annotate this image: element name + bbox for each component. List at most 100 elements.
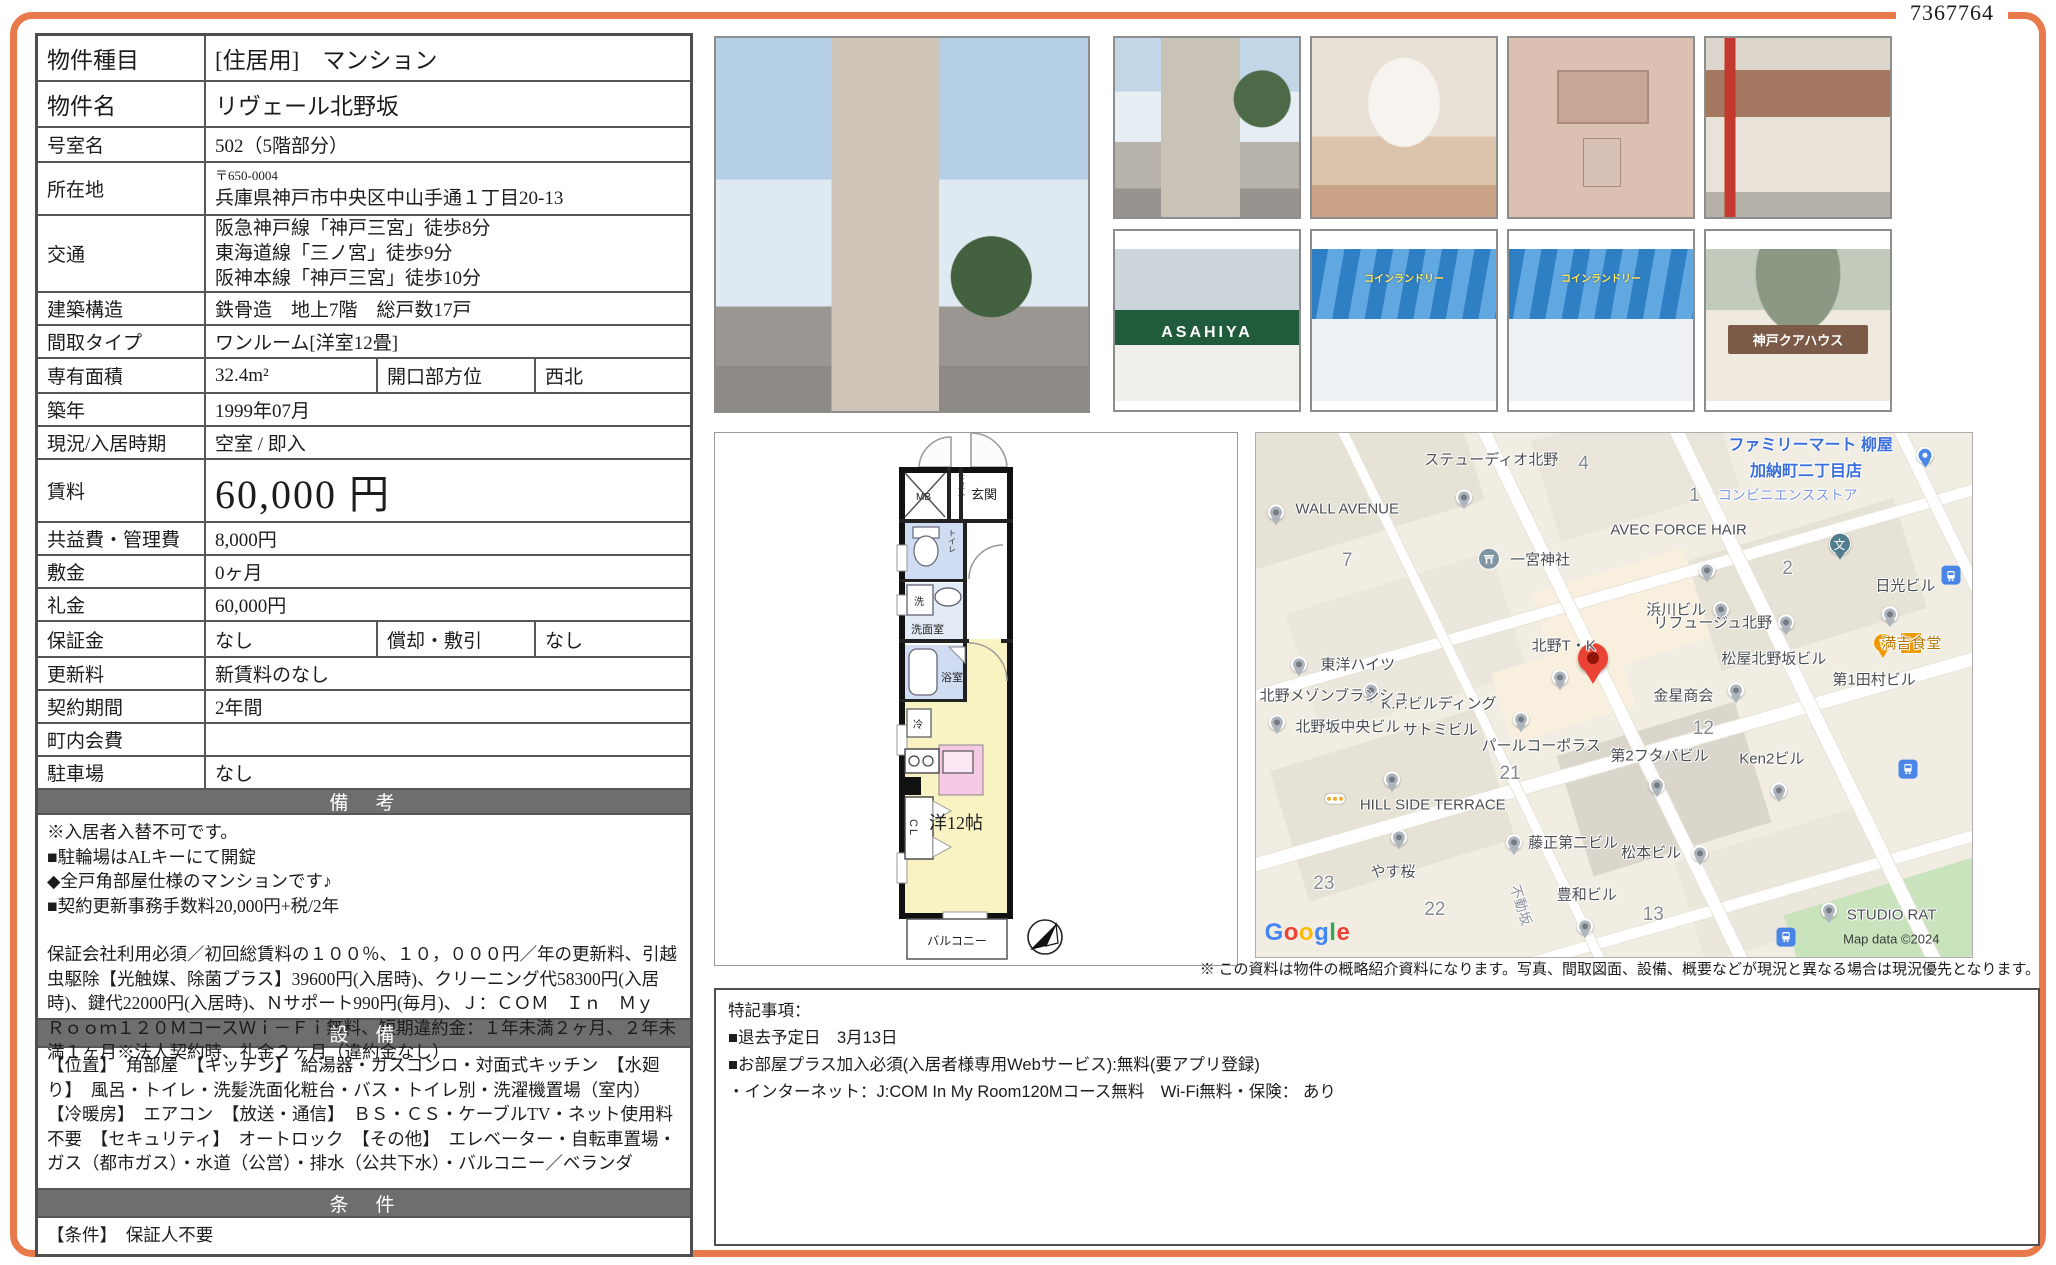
special-line: ■退去予定日 3月13日 (728, 1025, 2026, 1052)
intercom-panel (1583, 138, 1622, 187)
table-row: 交通 阪急神戸線「神戸三宮」徒歩8分 東海道線「三ノ宮」徒歩9分 阪神本線「神戸… (38, 216, 690, 293)
table-row: 契約期間 2年間 (38, 691, 690, 724)
table-row-rent: 賃料 60,000 円 (38, 460, 690, 523)
pin-kinsei-shokai (1728, 683, 1744, 699)
entrance-label: 玄関 (971, 487, 997, 502)
table-row: 間取タイプ ワンルーム[洋室12畳] (38, 326, 690, 359)
conditions-paragraph: 【条件】 保証人不要 (47, 1223, 681, 1248)
pin-yasuzakura (1391, 829, 1407, 845)
map-label: 東洋ハイツ (1320, 653, 1395, 674)
pin-familymart (1917, 446, 1934, 463)
note-line: ※入居者入替不可です。 (47, 820, 681, 845)
map-label: サトミビル (1403, 719, 1478, 740)
notes-text: ※入居者入替不可です。 ■駐輪場はALキーにて開錠 ◆全戸角部屋仕様のマンション… (38, 815, 690, 1020)
washroom-label: 洗面室 (911, 622, 944, 636)
table-row: 敷金 0ヶ月 (38, 556, 690, 589)
map-label: 4 (1578, 453, 1589, 475)
row-label: 物件名 (38, 82, 206, 126)
pin-studio-kitano (1456, 489, 1472, 505)
coin-laundry-photo: コインランドリー (1509, 249, 1693, 401)
special-line: ■お部屋プラス加入必須(入居者様専用Webサービス):無料(要アプリ登録) (728, 1052, 2026, 1079)
nameplate-photo (1509, 38, 1693, 217)
balcony-label: バルコニー (927, 934, 987, 948)
pin-wall-avenue (1268, 505, 1284, 521)
map-label: 不動坂 (1505, 882, 1537, 928)
pin-toyo-heights (1291, 657, 1307, 673)
bathhouse-photo: 神戸クアハウス (1706, 249, 1890, 401)
row-value: 新賃料のなし (206, 658, 690, 689)
row-value: 鉄骨造 地上7階 総戸数17戸 (206, 293, 690, 324)
shoe-box-label: 下足入 (958, 475, 966, 496)
access-line: 阪急神戸線「神戸三宮」徒歩8分 (215, 216, 491, 241)
post-office-photo (1706, 38, 1890, 217)
row-label: 現況/入居時期 (38, 427, 206, 458)
table-row: 号室名 502（5階部分） (38, 128, 690, 163)
row-label: 開口部方位 (376, 359, 536, 392)
map-label: HILL SIDE TERRACE (1360, 797, 1506, 814)
row-value: なし (536, 622, 690, 656)
conditions-header: 条 件 (38, 1190, 690, 1218)
row-label: 更新料 (38, 658, 206, 689)
photo-entrance (1310, 36, 1498, 219)
row-value: 8,000円 (206, 523, 690, 554)
pin-howa-building (1577, 919, 1593, 935)
document-number: 7367764 (1896, 0, 2008, 26)
map-label: 藤正第二ビル (1528, 831, 1618, 852)
row-value: [住居用] マンション (206, 36, 690, 80)
row-value: 502（5階部分） (206, 128, 690, 161)
table-row: 所在地 〒650-0004 兵庫県神戸市中央区中山手通１丁目20-13 (38, 163, 690, 216)
rent-value: 60,000 円 (206, 460, 690, 521)
table-row: 現況/入居時期 空室 / 即入 (38, 427, 690, 460)
pin-refuge-kitano (1778, 615, 1794, 631)
shrine-icon (1478, 548, 1500, 570)
disclaimer-text: ※ この資料は物件の概略紹介資料になります。写真、間取図面、設備、概要などが現況… (1200, 958, 2040, 979)
asahiya-sign: ASAHIYA (1115, 316, 1299, 350)
row-label: 賃料 (38, 460, 206, 521)
pin-hillside-terrace (1384, 772, 1400, 788)
property-sheet: 7367764 物件種目 [住居用] マンション 物件名 リヴェール北野坂 号室… (0, 0, 2056, 1265)
photo-coin-laundry-2: コインランドリー (1507, 229, 1695, 412)
equipment-text: 【位置】 角部屋 【キッチン】 給湯器・ガスコンロ・対面式キッチン 【水廻り】 … (38, 1048, 690, 1190)
row-value: なし (206, 622, 376, 656)
row-value: 空室 / 即入 (206, 427, 690, 458)
row-value: 阪急神戸線「神戸三宮」徒歩8分 東海道線「三ノ宮」徒歩9分 阪神本線「神戸三宮」… (206, 216, 690, 291)
table-row: 駐車場 なし (38, 757, 690, 790)
row-label: 物件種目 (38, 36, 206, 80)
pin-kitano-tk (1552, 670, 1568, 686)
room-label: 洋12帖 (929, 813, 983, 833)
transit-icon-3 (1776, 927, 1795, 946)
table-row: 共益費・管理費 8,000円 (38, 523, 690, 556)
transit-icon-1 (1941, 566, 1960, 585)
map-label: パールコーポラス (1482, 734, 1601, 755)
row-label: 保証金 (38, 622, 206, 656)
school-icon: 文 (1829, 532, 1851, 554)
table-row: 築年 1999年07月 (38, 394, 690, 427)
map-label: 13 (1643, 904, 1664, 926)
fridge-label: 冷 (913, 718, 923, 731)
map-label: 1 (1689, 485, 1700, 507)
row-label: 契約期間 (38, 691, 206, 722)
photo-coin-laundry-1: コインランドリー (1310, 229, 1498, 412)
row-label: 間取タイプ (38, 326, 206, 357)
conditions-text: 【条件】 保証人不要 (38, 1218, 690, 1254)
supermarket-photo: ASAHIYA (1115, 249, 1299, 401)
map-label: ステューディオ北野 (1424, 449, 1558, 470)
note-line: ■契約更新事務手数料20,000円+税/2年 (47, 894, 681, 919)
table-row: 町内会費 (38, 724, 690, 757)
row-label: 礼金 (38, 589, 206, 620)
map-label: 北野T・K (1532, 635, 1596, 656)
photo-post-office (1704, 36, 1892, 219)
map-label: STUDIO RAT (1847, 907, 1937, 924)
table-row: 建築構造 鉄骨造 地上7階 総戸数17戸 (38, 293, 690, 326)
building-exterior-photo (716, 38, 1088, 411)
map-label: 北野メゾンブランシュ (1260, 685, 1410, 706)
entrance-photo (1312, 38, 1496, 217)
photo-supermarket: ASAHIYA (1113, 229, 1301, 412)
pin-kitanozaka-chuo (1269, 714, 1285, 730)
row-value: 〒650-0004 兵庫県神戸市中央区中山手通１丁目20-13 (206, 163, 690, 214)
map-label: 北野坂中央ビル (1295, 716, 1400, 737)
pin-matsumoto-building (1692, 845, 1708, 861)
map-label: 金星商会 (1653, 685, 1713, 706)
row-label: 建築構造 (38, 293, 206, 324)
row-value: 0ヶ月 (206, 556, 690, 587)
